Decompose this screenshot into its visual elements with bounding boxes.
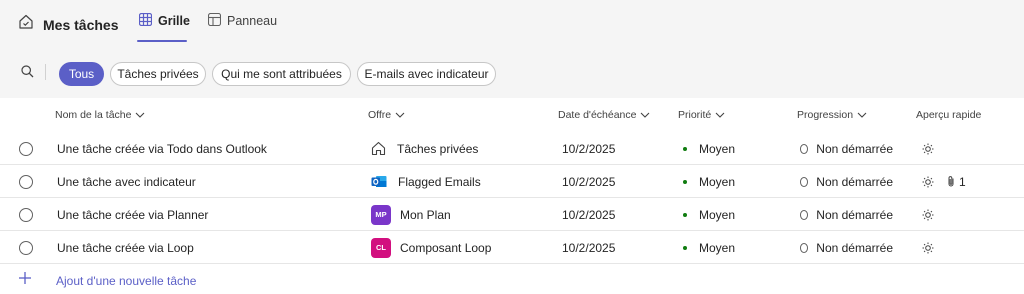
plan-name: Tâches privées: [397, 141, 479, 156]
quick-look-cell: [922, 198, 934, 231]
due-date[interactable]: 10/2/2025: [562, 132, 615, 165]
progress-cell[interactable]: Non démarrée: [800, 165, 893, 198]
column-header-progress[interactable]: Progression: [797, 109, 867, 121]
priority-cell[interactable]: Moyen: [683, 132, 735, 165]
table-row[interactable]: Une tâche avec indicateur Flagged Emails…: [0, 165, 1024, 198]
column-header-due-date[interactable]: Date d'échéance: [558, 109, 650, 121]
progress-not-started-icon: [800, 209, 809, 220]
column-header-name[interactable]: Nom de la tâche: [55, 109, 145, 121]
priority-dot: [683, 179, 687, 184]
priority-label: Moyen: [699, 174, 736, 189]
complete-task-checkbox[interactable]: [19, 142, 33, 156]
priority-cell[interactable]: Moyen: [683, 198, 735, 231]
filter-private-tasks[interactable]: Tâches privées: [110, 62, 206, 86]
priority-dot: [683, 245, 687, 250]
filter-flagged-emails[interactable]: E-mails avec indicateur: [357, 62, 496, 86]
priority-dot: [683, 212, 687, 217]
chevron-down-icon: [136, 112, 145, 118]
sun-icon[interactable]: [922, 242, 934, 254]
task-name[interactable]: Une tâche créée via Todo dans Outlook: [57, 132, 267, 165]
due-date[interactable]: 10/2/2025: [562, 231, 615, 264]
page-title: Mes tâches: [43, 16, 119, 33]
priority-dot: [683, 146, 687, 151]
tab-grid[interactable]: Grille: [138, 12, 190, 29]
plan-cell[interactable]: Flagged Emails: [371, 165, 481, 198]
active-tab-indicator: [137, 40, 187, 42]
priority-cell[interactable]: Moyen: [683, 165, 735, 198]
progress-not-started-icon: [800, 176, 809, 187]
progress-not-started-icon: [800, 242, 809, 253]
tasks-icon: [18, 14, 34, 35]
add-icon[interactable]: [17, 270, 33, 291]
plan-cell[interactable]: Tâches privées: [371, 132, 478, 165]
progress-label: Non démarrée: [816, 207, 893, 222]
paperclip-icon: [948, 176, 954, 187]
outlook-icon: [371, 174, 387, 189]
complete-task-checkbox[interactable]: [19, 241, 33, 255]
tab-grid-label: Grille: [158, 14, 190, 28]
attachment-indicator[interactable]: 1: [946, 175, 966, 189]
plan-badge: MP: [371, 204, 391, 225]
progress-label: Non démarrée: [816, 174, 893, 189]
top-bar: Mes tâches Grille Panneau: [0, 0, 1024, 46]
progress-cell[interactable]: Non démarrée: [800, 198, 893, 231]
due-date[interactable]: 10/2/2025: [562, 165, 615, 198]
home-icon: [371, 141, 386, 156]
priority-label: Moyen: [699, 207, 736, 222]
task-name[interactable]: Une tâche avec indicateur: [57, 165, 196, 198]
sun-icon[interactable]: [922, 209, 934, 221]
tab-board-label: Panneau: [227, 14, 278, 28]
table-header: Nom de la tâche Offre Date d'échéance Pr…: [0, 98, 1024, 132]
plan-name: Mon Plan: [400, 207, 451, 222]
filter-bar: Tous Tâches privées Qui me sont attribué…: [0, 46, 1024, 98]
progress-cell[interactable]: Non démarrée: [800, 132, 893, 165]
chevron-down-icon: [715, 112, 725, 118]
tab-board[interactable]: Panneau: [207, 12, 278, 29]
plan-name: Flagged Emails: [398, 174, 481, 189]
plan-badge: CL: [371, 237, 391, 258]
complete-task-checkbox[interactable]: [19, 208, 33, 222]
quick-look-cell: 1: [922, 165, 966, 198]
sun-icon[interactable]: [922, 143, 934, 155]
progress-not-started-icon: [800, 143, 809, 154]
search-icon[interactable]: [21, 65, 34, 83]
app-title: Mes tâches: [18, 14, 118, 35]
chevron-down-icon: [395, 112, 405, 118]
quick-look-cell: [922, 231, 934, 264]
board-icon: [207, 12, 222, 29]
filter-all[interactable]: Tous: [59, 62, 104, 86]
filter-assigned-to-me[interactable]: Qui me sont attribuées: [212, 62, 351, 86]
progress-cell[interactable]: Non démarrée: [800, 231, 893, 264]
task-table: Nom de la tâche Offre Date d'échéance Pr…: [0, 98, 1024, 264]
complete-task-checkbox[interactable]: [19, 175, 33, 189]
table-row[interactable]: Une tâche créée via Loop CL Composant Lo…: [0, 231, 1024, 264]
quick-look-cell: [922, 132, 934, 165]
add-task-row[interactable]: Ajout d'une nouvelle tâche: [0, 264, 1024, 294]
column-header-priority[interactable]: Priorité: [678, 109, 725, 121]
plan-cell[interactable]: MP Mon Plan: [371, 198, 451, 231]
sun-icon[interactable]: [922, 176, 934, 188]
priority-cell[interactable]: Moyen: [683, 231, 735, 264]
grid-icon: [138, 12, 153, 29]
task-name[interactable]: Une tâche créée via Loop: [57, 231, 194, 264]
chevron-down-icon: [857, 112, 867, 118]
priority-label: Moyen: [699, 240, 736, 255]
column-header-quick-look: Aperçu rapide: [916, 109, 982, 121]
column-header-plan[interactable]: Offre: [368, 109, 405, 121]
divider: [45, 64, 46, 80]
priority-label: Moyen: [699, 141, 736, 156]
plan-cell[interactable]: CL Composant Loop: [371, 231, 491, 264]
task-name[interactable]: Une tâche créée via Planner: [57, 198, 208, 231]
attachment-count: 1: [959, 174, 966, 189]
table-row[interactable]: Une tâche créée via Planner MP Mon Plan …: [0, 198, 1024, 231]
due-date[interactable]: 10/2/2025: [562, 198, 615, 231]
progress-label: Non démarrée: [816, 240, 893, 255]
chevron-down-icon: [641, 112, 650, 118]
progress-label: Non démarrée: [816, 141, 893, 156]
table-row[interactable]: Une tâche créée via Todo dans Outlook Tâ…: [0, 132, 1024, 165]
plan-name: Composant Loop: [400, 240, 492, 255]
add-task-label[interactable]: Ajout d'une nouvelle tâche: [56, 274, 196, 288]
